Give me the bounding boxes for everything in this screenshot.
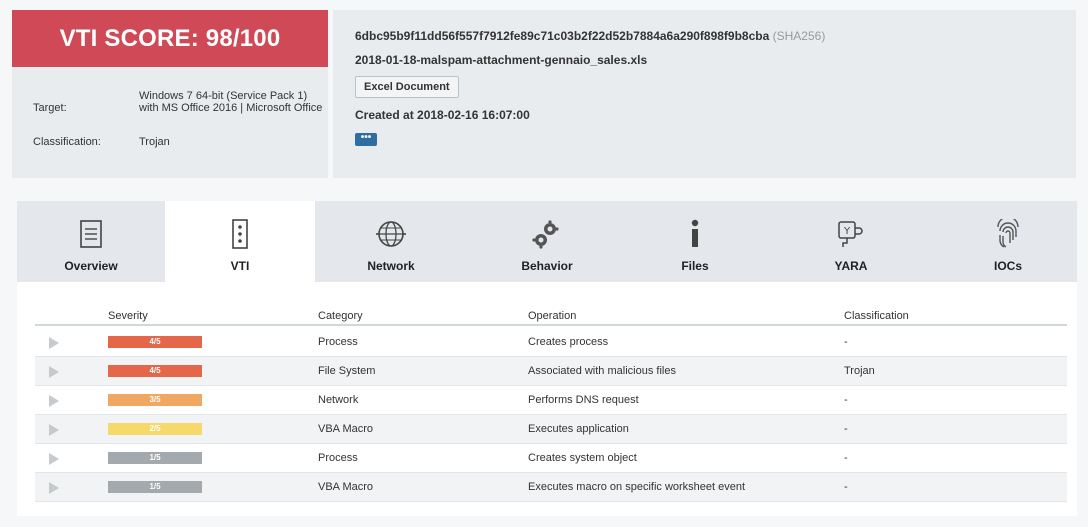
file-hash: 6dbc95b9f11dd56f557f7912fe89c71c03b2f22d… [355,29,770,43]
classification-cell: - [844,336,848,348]
classification-label: Classification: [33,136,101,148]
summary-header: VTI SCORE: 98/100 Target: Windows 7 64-b… [0,0,1088,182]
classification-cell: - [844,394,848,406]
operation-cell: Executes macro on specific worksheet eve… [528,481,746,493]
svg-text:Y: Y [843,226,851,237]
tab-behavior[interactable]: Behavior [467,201,627,282]
file-hash-line: 6dbc95b9f11dd56f557f7912fe89c71c03b2f22d… [355,29,825,43]
file-name: 2018-01-18-malspam-attachment-gennaio_sa… [355,53,648,67]
expand-icon[interactable] [49,395,59,407]
vti-table: Severity Category Operation Classificati… [17,282,1077,516]
table-header: Severity Category Operation Classificati… [35,306,1067,326]
category-cell: VBA Macro [318,423,374,435]
tab-network-label: Network [367,259,415,273]
category-cell: File System [318,365,376,377]
gears-icon [532,219,562,249]
category-cell: Process [318,336,358,348]
table-row[interactable]: 1/5 VBA Macro Executes macro on specific… [35,473,1067,502]
col-operation[interactable]: Operation [528,310,576,322]
category-cell: Process [318,452,358,464]
expand-icon[interactable] [49,366,59,378]
severity-badge: 2/5 [108,423,202,435]
severity-badge: 4/5 [108,365,202,377]
operation-cell: Creates process [528,336,609,348]
category-cell: Network [318,394,359,406]
classification-cell: - [844,481,848,493]
info-icon [680,219,710,249]
expand-icon[interactable] [49,453,59,465]
col-category[interactable]: Category [318,310,363,322]
table-row[interactable]: 3/5 Network Performs DNS request - [35,386,1067,415]
target-label: Target: [33,102,67,114]
tab-iocs-label: IOCs [993,259,1022,273]
expand-icon[interactable] [49,337,59,349]
tab-files[interactable]: Files [627,201,763,282]
vti-score-banner: VTI SCORE: 98/100 [12,10,328,67]
tab-behavior-label: Behavior [521,259,573,273]
tab-overview-label: Overview [64,259,118,273]
more-button[interactable]: ••• [355,133,377,146]
table-row[interactable]: 4/5 Process Creates process - [35,328,1067,357]
classification-cell: Trojan [844,365,875,377]
server-icon [225,219,255,249]
created-date: Created at 2018-02-16 16:07:00 [355,108,530,122]
tab-overview[interactable]: Overview [17,201,165,282]
expand-icon[interactable] [49,482,59,494]
operation-cell: Creates system object [528,452,637,464]
file-panel: 6dbc95b9f11dd56f557f7912fe89c71c03b2f22d… [333,10,1076,178]
operation-cell: Performs DNS request [528,394,639,406]
score-panel: VTI SCORE: 98/100 Target: Windows 7 64-b… [12,10,328,178]
col-severity[interactable]: Severity [108,310,148,322]
vti-score: VTI SCORE: 98/100 [59,24,281,52]
classification-cell: - [844,452,848,464]
severity-badge: 4/5 [108,336,202,348]
classification-cell: - [844,423,848,435]
severity-badge: 1/5 [108,481,202,493]
globe-icon [376,219,406,249]
document-icon [76,219,106,249]
category-cell: VBA Macro [318,481,374,493]
col-classification[interactable]: Classification [844,310,909,322]
classification-value: Trojan [139,136,170,148]
file-type-badge: Excel Document [355,76,459,98]
operation-cell: Executes application [528,423,629,435]
table-row[interactable]: 1/5 Process Creates system object - [35,444,1067,473]
tab-vti[interactable]: VTI [165,201,315,282]
expand-icon[interactable] [49,424,59,436]
operation-cell: Associated with malicious files [528,365,676,377]
table-row[interactable]: 4/5 File System Associated with maliciou… [35,357,1067,386]
tab-yara-label: YARA [834,259,868,273]
tab-bar: Overview VTI Network Behavior Files Y YA… [17,201,1077,282]
tab-vti-label: VTI [230,259,250,273]
fingerprint-icon [993,219,1023,249]
severity-badge: 1/5 [108,452,202,464]
tab-iocs[interactable]: IOCs [939,201,1077,282]
yara-icon: Y [836,219,866,249]
tab-files-label: Files [681,259,709,273]
tab-yara[interactable]: Y YARA [763,201,939,282]
target-value: Windows 7 64-bit (Service Pack 1) with M… [139,90,323,114]
tab-network[interactable]: Network [315,201,467,282]
severity-badge: 3/5 [108,394,202,406]
hash-type: (SHA256) [772,29,826,43]
table-row[interactable]: 2/5 VBA Macro Executes application - [35,415,1067,444]
